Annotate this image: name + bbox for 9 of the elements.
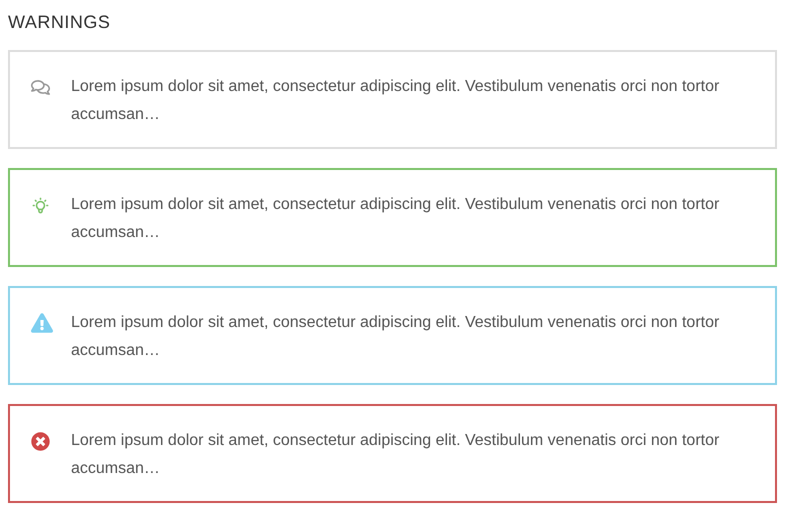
alert-message: Lorem ipsum dolor sit amet, consectetur adipiscing elit. Vestibulum venenatis orci non tortor accumsan…	[71, 195, 720, 243]
error-icon	[31, 432, 50, 450]
alert-message: Lorem ipsum dolor sit amet, consectetur adipiscing elit. Vestibulum venenatis orci non tortor accumsan…	[71, 431, 720, 479]
speech-bubbles-icon	[31, 78, 50, 96]
lightbulb-icon	[31, 196, 50, 214]
section-heading: WARNINGS	[8, 11, 112, 34]
warning-icon	[31, 313, 53, 333]
alert-message: Lorem ipsum dolor sit amet, consectetur adipiscing elit. Vestibulum venenatis orci non tortor accumsan…	[71, 77, 720, 125]
alert-message: Lorem ipsum dolor sit amet, consectetur adipiscing elit. Vestibulum venenatis orci non tortor accumsan…	[71, 313, 720, 361]
